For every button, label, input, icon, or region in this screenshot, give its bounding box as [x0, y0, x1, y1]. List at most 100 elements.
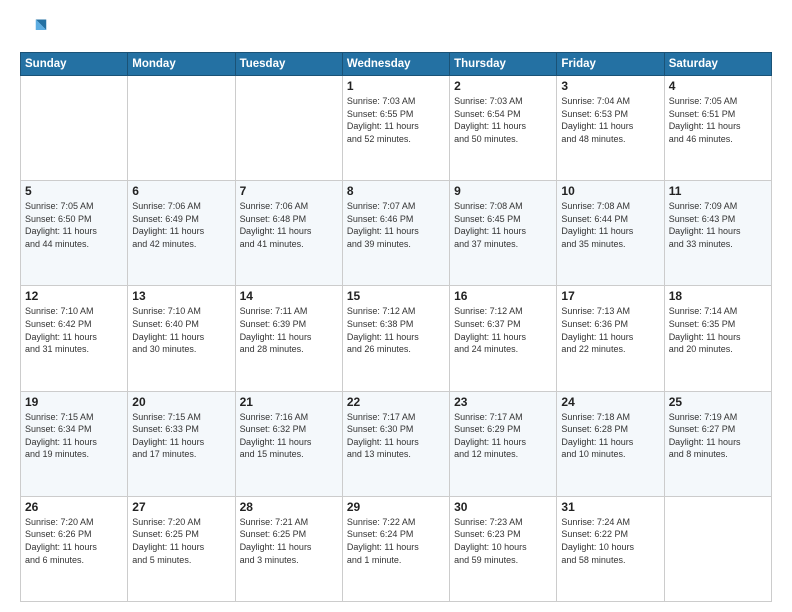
day-number: 17 — [561, 289, 659, 303]
calendar-cell: 8 Sunrise: 7:07 AMSunset: 6:46 PMDaylight… — [342, 181, 449, 286]
day-info: Sunrise: 7:23 AMSunset: 6:23 PMDaylight:… — [454, 516, 552, 566]
calendar-cell: 16 Sunrise: 7:12 AMSunset: 6:37 PMDayligh… — [450, 286, 557, 391]
day-info: Sunrise: 7:08 AMSunset: 6:44 PMDaylight:… — [561, 200, 659, 250]
day-info: Sunrise: 7:09 AMSunset: 6:43 PMDaylight:… — [669, 200, 767, 250]
day-number: 12 — [25, 289, 123, 303]
day-info: Sunrise: 7:24 AMSunset: 6:22 PMDaylight:… — [561, 516, 659, 566]
day-number: 5 — [25, 184, 123, 198]
calendar-cell: 26 Sunrise: 7:20 AMSunset: 6:26 PMDayligh… — [21, 496, 128, 601]
calendar-table: SundayMondayTuesdayWednesdayThursdayFrid… — [20, 52, 772, 602]
day-info: Sunrise: 7:19 AMSunset: 6:27 PMDaylight:… — [669, 411, 767, 461]
day-number: 25 — [669, 395, 767, 409]
col-header-sunday: Sunday — [21, 53, 128, 76]
day-info: Sunrise: 7:03 AMSunset: 6:55 PMDaylight:… — [347, 95, 445, 145]
day-number: 3 — [561, 79, 659, 93]
day-info: Sunrise: 7:10 AMSunset: 6:40 PMDaylight:… — [132, 305, 230, 355]
col-header-wednesday: Wednesday — [342, 53, 449, 76]
day-number: 8 — [347, 184, 445, 198]
day-number: 27 — [132, 500, 230, 514]
day-info: Sunrise: 7:12 AMSunset: 6:38 PMDaylight:… — [347, 305, 445, 355]
day-number: 22 — [347, 395, 445, 409]
day-number: 21 — [240, 395, 338, 409]
day-number: 30 — [454, 500, 552, 514]
day-number: 14 — [240, 289, 338, 303]
calendar-cell: 9Sunrise: 7:08 AMSunset: 6:45 PMDaylight… — [450, 181, 557, 286]
calendar-cell — [21, 76, 128, 181]
col-header-saturday: Saturday — [664, 53, 771, 76]
calendar-cell: 31 Sunrise: 7:24 AMSunset: 6:22 PMDayligh… — [557, 496, 664, 601]
day-info: Sunrise: 7:10 AMSunset: 6:42 PMDaylight:… — [25, 305, 123, 355]
calendar-cell: 17 Sunrise: 7:13 AMSunset: 6:36 PMDayligh… — [557, 286, 664, 391]
calendar-cell: 22 Sunrise: 7:17 AMSunset: 6:30 PMDayligh… — [342, 391, 449, 496]
day-info: Sunrise: 7:11 AMSunset: 6:39 PMDaylight:… — [240, 305, 338, 355]
calendar-cell: 5 Sunrise: 7:05 AMSunset: 6:50 PMDaylight… — [21, 181, 128, 286]
day-number: 29 — [347, 500, 445, 514]
calendar-cell: 23 Sunrise: 7:17 AMSunset: 6:29 PMDayligh… — [450, 391, 557, 496]
day-number: 2 — [454, 79, 552, 93]
day-number: 7 — [240, 184, 338, 198]
day-info: Sunrise: 7:15 AMSunset: 6:33 PMDaylight:… — [132, 411, 230, 461]
day-number: 23 — [454, 395, 552, 409]
day-info: Sunrise: 7:08 AMSunset: 6:45 PMDaylight:… — [454, 200, 552, 250]
calendar-cell: 6 Sunrise: 7:06 AMSunset: 6:49 PMDaylight… — [128, 181, 235, 286]
day-number: 31 — [561, 500, 659, 514]
day-info: Sunrise: 7:03 AMSunset: 6:54 PMDaylight:… — [454, 95, 552, 145]
day-number: 6 — [132, 184, 230, 198]
day-info: Sunrise: 7:20 AMSunset: 6:26 PMDaylight:… — [25, 516, 123, 566]
calendar-cell — [664, 496, 771, 601]
calendar-cell: 12 Sunrise: 7:10 AMSunset: 6:42 PMDayligh… — [21, 286, 128, 391]
col-header-monday: Monday — [128, 53, 235, 76]
day-info: Sunrise: 7:05 AMSunset: 6:51 PMDaylight:… — [669, 95, 767, 145]
header — [20, 16, 772, 44]
day-number: 13 — [132, 289, 230, 303]
page: SundayMondayTuesdayWednesdayThursdayFrid… — [0, 0, 792, 612]
calendar-cell — [235, 76, 342, 181]
day-info: Sunrise: 7:22 AMSunset: 6:24 PMDaylight:… — [347, 516, 445, 566]
day-info: Sunrise: 7:05 AMSunset: 6:50 PMDaylight:… — [25, 200, 123, 250]
day-number: 28 — [240, 500, 338, 514]
day-info: Sunrise: 7:17 AMSunset: 6:29 PMDaylight:… — [454, 411, 552, 461]
calendar-cell: 18 Sunrise: 7:14 AMSunset: 6:35 PMDayligh… — [664, 286, 771, 391]
calendar-cell: 7 Sunrise: 7:06 AMSunset: 6:48 PMDaylight… — [235, 181, 342, 286]
day-info: Sunrise: 7:06 AMSunset: 6:49 PMDaylight:… — [132, 200, 230, 250]
day-info: Sunrise: 7:12 AMSunset: 6:37 PMDaylight:… — [454, 305, 552, 355]
col-header-thursday: Thursday — [450, 53, 557, 76]
day-info: Sunrise: 7:15 AMSunset: 6:34 PMDaylight:… — [25, 411, 123, 461]
calendar-cell — [128, 76, 235, 181]
calendar-cell: 30 Sunrise: 7:23 AMSunset: 6:23 PMDayligh… — [450, 496, 557, 601]
day-number: 10 — [561, 184, 659, 198]
logo — [20, 16, 52, 44]
day-number: 16 — [454, 289, 552, 303]
day-number: 11 — [669, 184, 767, 198]
calendar-cell: 1 Sunrise: 7:03 AMSunset: 6:55 PMDaylight… — [342, 76, 449, 181]
calendar-cell: 14 Sunrise: 7:11 AMSunset: 6:39 PMDayligh… — [235, 286, 342, 391]
col-header-friday: Friday — [557, 53, 664, 76]
day-number: 4 — [669, 79, 767, 93]
day-info: Sunrise: 7:06 AMSunset: 6:48 PMDaylight:… — [240, 200, 338, 250]
calendar-cell: 10 Sunrise: 7:08 AMSunset: 6:44 PMDayligh… — [557, 181, 664, 286]
calendar-cell: 11 Sunrise: 7:09 AMSunset: 6:43 PMDayligh… — [664, 181, 771, 286]
logo-icon — [20, 16, 48, 44]
calendar-cell: 2 Sunrise: 7:03 AMSunset: 6:54 PMDaylight… — [450, 76, 557, 181]
day-number: 26 — [25, 500, 123, 514]
calendar-cell: 3 Sunrise: 7:04 AMSunset: 6:53 PMDaylight… — [557, 76, 664, 181]
day-info: Sunrise: 7:04 AMSunset: 6:53 PMDaylight:… — [561, 95, 659, 145]
calendar-cell: 20 Sunrise: 7:15 AMSunset: 6:33 PMDayligh… — [128, 391, 235, 496]
day-info: Sunrise: 7:16 AMSunset: 6:32 PMDaylight:… — [240, 411, 338, 461]
day-info: Sunrise: 7:20 AMSunset: 6:25 PMDaylight:… — [132, 516, 230, 566]
day-number: 19 — [25, 395, 123, 409]
day-info: Sunrise: 7:13 AMSunset: 6:36 PMDaylight:… — [561, 305, 659, 355]
calendar-cell: 28Sunrise: 7:21 AMSunset: 6:25 PMDayligh… — [235, 496, 342, 601]
day-number: 18 — [669, 289, 767, 303]
day-info: Sunrise: 7:17 AMSunset: 6:30 PMDaylight:… — [347, 411, 445, 461]
day-info: Sunrise: 7:18 AMSunset: 6:28 PMDaylight:… — [561, 411, 659, 461]
calendar-cell: 4 Sunrise: 7:05 AMSunset: 6:51 PMDaylight… — [664, 76, 771, 181]
day-number: 24 — [561, 395, 659, 409]
calendar-cell: 29 Sunrise: 7:22 AMSunset: 6:24 PMDayligh… — [342, 496, 449, 601]
day-number: 20 — [132, 395, 230, 409]
calendar-cell: 19 Sunrise: 7:15 AMSunset: 6:34 PMDayligh… — [21, 391, 128, 496]
day-info: Sunrise: 7:14 AMSunset: 6:35 PMDaylight:… — [669, 305, 767, 355]
day-info: Sunrise: 7:07 AMSunset: 6:46 PMDaylight:… — [347, 200, 445, 250]
calendar-cell: 24 Sunrise: 7:18 AMSunset: 6:28 PMDayligh… — [557, 391, 664, 496]
day-number: 1 — [347, 79, 445, 93]
